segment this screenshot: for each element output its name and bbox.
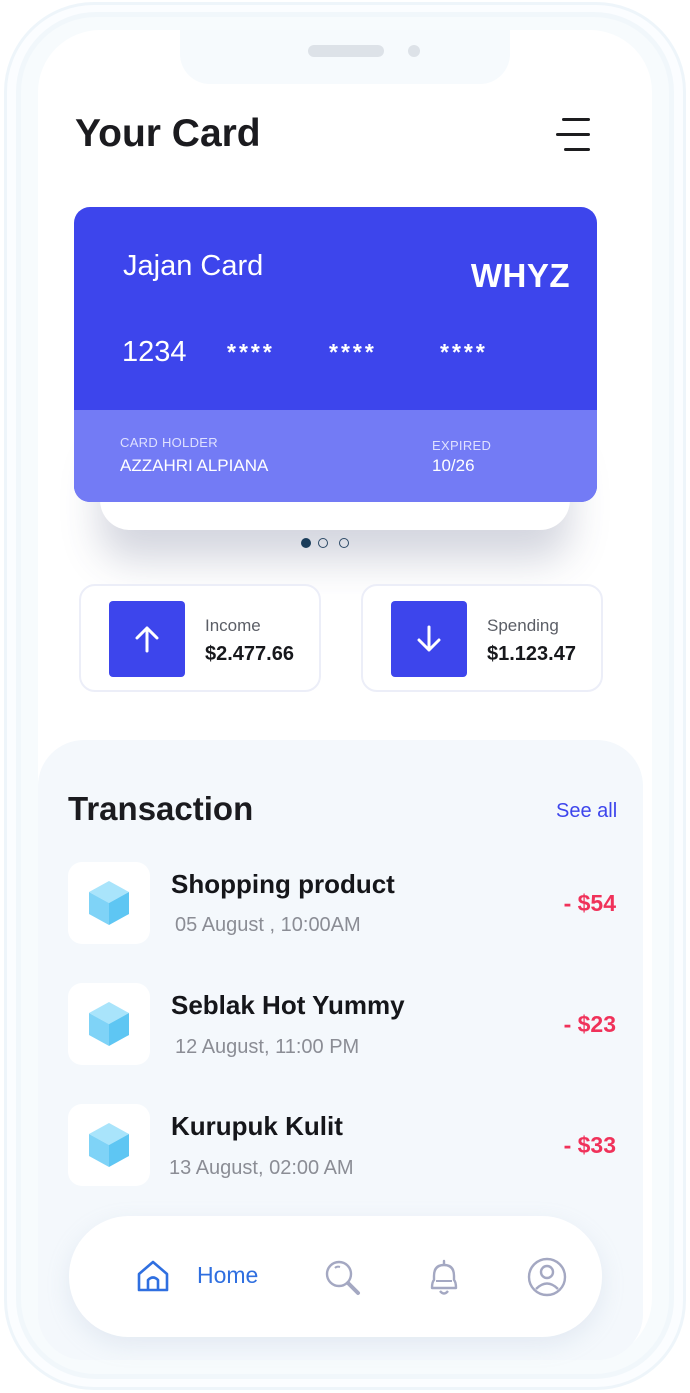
user-icon[interactable] [526,1256,568,1298]
income-label: Income [205,616,261,635]
arrow-up-icon [109,601,185,677]
card-holder-name: AZZAHRI ALPIANA [120,456,269,475]
phone-notch [180,30,510,84]
transaction-name[interactable]: Shopping product [171,869,395,900]
hamburger-menu-icon[interactable] [556,116,596,154]
payment-card[interactable]: Jajan Card WHYZ 1234 **** **** **** CARD… [74,207,597,502]
see-all-link[interactable]: See all [556,800,617,823]
page-title: Your Card [75,112,261,155]
bell-icon[interactable] [426,1258,462,1298]
card-number-masked: **** [440,339,488,365]
bottom-nav: Home [69,1216,602,1337]
nav-home-label: Home [197,1262,259,1288]
transaction-amount: - $23 [563,1011,616,1037]
cube-icon [68,1104,150,1186]
cube-icon [68,862,150,944]
income-value: $2.477.66 [205,643,294,665]
card-brand: WHYZ [470,257,570,294]
transaction-title: Transaction [68,790,254,827]
transaction-date: 05 August , 10:00AM [175,914,361,936]
card-expired-value: 10/26 [432,456,475,475]
card-number-masked: **** [329,339,377,365]
home-icon [137,1260,169,1292]
transaction-name[interactable]: Kurupuk Kulit [171,1111,343,1142]
transaction-name[interactable]: Seblak Hot Yummy [171,990,405,1021]
cube-icon [68,983,150,1065]
card-expired-label: EXPIRED [432,438,492,453]
arrow-down-icon [391,601,467,677]
transaction-amount: - $54 [563,890,616,916]
spending-stat[interactable]: Spending $1.123.47 [361,584,603,692]
card-number-masked: **** [227,339,275,365]
carousel-dot-active[interactable] [301,538,311,548]
carousel-dot[interactable] [318,538,328,548]
spending-value: $1.123.47 [487,643,576,665]
card-number-first: 1234 [122,336,187,368]
search-icon[interactable] [323,1258,363,1298]
speaker-grille [308,45,384,57]
nav-home[interactable]: Home [135,1256,295,1298]
income-stat[interactable]: Income $2.477.66 [79,584,321,692]
transaction-amount: - $33 [563,1132,616,1158]
card-name: Jajan Card [123,250,264,282]
spending-label: Spending [487,616,559,635]
transaction-date: 12 August, 11:00 PM [175,1036,360,1058]
carousel-dot[interactable] [339,538,349,548]
card-holder-label: CARD HOLDER [120,435,218,450]
transaction-date: 13 August, 02:00 AM [169,1157,354,1179]
front-camera [408,45,420,57]
